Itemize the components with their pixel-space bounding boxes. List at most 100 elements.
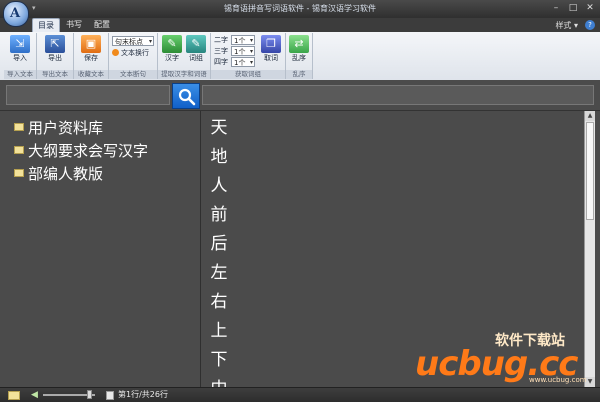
group-label-import: 导入文本: [4, 70, 36, 79]
app-window: A ▾ 锡育语拼音写词语软件 - 锡育汉语学习软件 – □ ✕ 目录 书写 配置…: [0, 0, 600, 402]
character-item[interactable]: 前: [207, 200, 231, 230]
search-button[interactable]: [172, 83, 200, 109]
window-controls: – □ ✕: [547, 2, 598, 15]
app-icon[interactable]: A: [3, 1, 29, 27]
tab-writing[interactable]: 书写: [62, 18, 86, 32]
title-bar: A ▾ 锡育语拼音写词语软件 - 锡育汉语学习软件 – □ ✕: [0, 0, 600, 27]
group-label-save: 收藏文本: [74, 70, 108, 79]
character-item[interactable]: 上: [207, 316, 231, 346]
character-item[interactable]: 左: [207, 258, 231, 288]
quci-label: 取词: [264, 54, 278, 62]
watermark-logo: 软件下载站 ucbug.cc www.ucbug.com: [405, 326, 600, 386]
tree-item-syllabus-characters[interactable]: 大纲要求会写汉字: [14, 140, 148, 162]
shuffle-button[interactable]: ⇄ 乱序: [285, 34, 313, 68]
four-char-select[interactable]: 1个 ▾: [231, 57, 255, 67]
line-break-label: 文本换行: [121, 49, 149, 57]
group-phrases: 二字 1个 ▾ 三字 1个 ▾ 四字 1个 ▾ ❐ 取词 获取词组: [211, 33, 286, 79]
group-shuffle: ⇄ 乱序 乱序: [286, 33, 313, 79]
character-item[interactable]: 中: [207, 374, 231, 387]
tree-item-user-library[interactable]: 用户资料库: [14, 117, 103, 139]
word-display-field[interactable]: [202, 85, 594, 105]
ciyu-icon: ✎: [186, 35, 206, 53]
window-title: 锡育语拼音写词语软件 - 锡育汉语学习软件: [224, 4, 376, 13]
group-import: ⇲ 导入 导入文本: [4, 33, 37, 79]
folder-icon: [14, 146, 24, 154]
ribbon: ⇲ 导入 导入文本 ⇱ 导出 导出文本 ▣ 保存 收藏文本 句末标点 ▾ 文本换…: [0, 32, 600, 81]
group-extract: ✎ 汉字 ✎ 词组 提取汉字和词语: [158, 33, 211, 79]
save-label: 保存: [84, 54, 98, 62]
library-tree-panel: 用户资料库 大纲要求会写汉字 部编人教版: [0, 111, 201, 387]
two-char-value: 1个: [234, 37, 246, 45]
chevron-down-icon: ▾: [148, 38, 152, 45]
watermark-url: www.ucbug.com: [529, 376, 587, 384]
tree-item-label: 部编人教版: [28, 165, 104, 183]
four-char-value: 1个: [234, 59, 246, 67]
export-button[interactable]: ⇱ 导出: [41, 34, 69, 68]
shuffle-icon: ⇄: [289, 35, 309, 53]
tree-item-label: 用户资料库: [28, 119, 104, 137]
status-bar: ◀ 第1行/共26行: [0, 387, 600, 402]
character-item[interactable]: 下: [207, 345, 231, 375]
group-save: ▣ 保存 收藏文本: [74, 33, 109, 79]
folder-icon: [14, 169, 24, 177]
volume-slider-knob[interactable]: [87, 390, 93, 399]
three-char-label: 三字: [214, 47, 228, 55]
maximize-button[interactable]: □: [565, 2, 581, 15]
four-char-label: 四字: [214, 58, 228, 66]
tree-item-textbook-edition[interactable]: 部编人教版: [14, 163, 103, 185]
import-label: 导入: [13, 54, 27, 62]
save-button[interactable]: ▣ 保存: [77, 34, 105, 68]
help-icon[interactable]: ?: [585, 20, 595, 30]
ribbon-tab-bar: 目录 书写 配置 样式 ▾ ?: [0, 18, 600, 33]
ciyu-button[interactable]: ✎ 词组: [182, 34, 210, 68]
export-label: 导出: [48, 54, 62, 62]
line-status: 第1行/共26行: [118, 390, 168, 399]
scroll-up-icon[interactable]: ▲: [585, 111, 595, 121]
folder-icon[interactable]: [8, 391, 20, 400]
speaker-icon[interactable]: ◀: [31, 390, 38, 400]
tab-config[interactable]: 配置: [90, 18, 114, 32]
close-button[interactable]: ✕: [582, 2, 598, 15]
line-break-icon: [112, 49, 119, 56]
group-label-sentence: 文本断句: [109, 70, 157, 79]
group-label-shuffle: 乱序: [286, 70, 312, 79]
scroll-thumb[interactable]: [586, 122, 594, 220]
document-icon: [106, 391, 114, 400]
import-button[interactable]: ⇲ 导入: [6, 34, 34, 68]
search-input[interactable]: [6, 85, 170, 105]
search-bar: [0, 80, 600, 111]
sentence-mode-select[interactable]: 句末标点 ▾: [112, 36, 154, 46]
minimize-button[interactable]: –: [548, 2, 564, 15]
search-icon: [178, 88, 196, 106]
two-char-select[interactable]: 1个 ▾: [231, 35, 255, 45]
quci-icon: ❐: [261, 35, 281, 53]
quci-button[interactable]: ❐ 取词: [257, 34, 285, 68]
character-item[interactable]: 人: [207, 171, 231, 201]
app-icon-letter: A: [10, 6, 21, 21]
ciyu-label: 词组: [189, 54, 203, 62]
group-export: ⇱ 导出 导出文本: [37, 33, 74, 79]
group-sentence: 句末标点 ▾ 文本换行 文本断句: [109, 33, 158, 79]
group-label-extract: 提取汉字和词语: [158, 70, 210, 79]
shuffle-label: 乱序: [292, 54, 306, 62]
save-icon: ▣: [81, 35, 101, 53]
group-label-export: 导出文本: [37, 70, 73, 79]
character-item[interactable]: 右: [207, 287, 231, 317]
hanzi-icon: ✎: [162, 35, 182, 53]
export-icon: ⇱: [45, 35, 65, 53]
style-menu[interactable]: 样式 ▾: [555, 20, 578, 31]
three-char-select[interactable]: 1个 ▾: [231, 46, 255, 56]
folder-icon: [14, 123, 24, 131]
tree-item-label: 大纲要求会写汉字: [28, 142, 149, 160]
chevron-down-icon: ▾: [249, 48, 253, 55]
group-label-phrases: 获取词组: [211, 70, 285, 79]
character-item[interactable]: 地: [207, 142, 231, 172]
character-item[interactable]: 天: [207, 113, 231, 143]
line-break-button[interactable]: 文本换行: [112, 48, 149, 58]
character-item[interactable]: 后: [207, 229, 231, 259]
three-char-value: 1个: [234, 48, 246, 56]
tab-catalog[interactable]: 目录: [32, 18, 60, 33]
import-icon: ⇲: [10, 35, 30, 53]
sentence-mode-value: 句末标点: [115, 38, 143, 46]
chevron-down-icon: ▾: [249, 37, 253, 44]
